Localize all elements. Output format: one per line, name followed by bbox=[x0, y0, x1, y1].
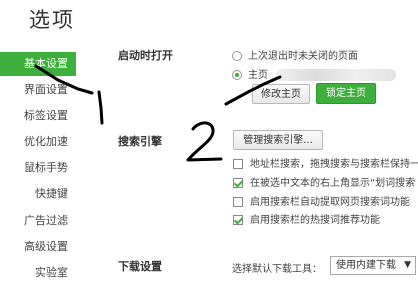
checkbox-auto-extract[interactable] bbox=[233, 197, 243, 207]
sidebar-item-optimize[interactable]: 优化加速 bbox=[0, 130, 76, 154]
annotation-number-2 bbox=[186, 121, 223, 162]
lock-home-button[interactable]: 锁定主页 bbox=[316, 83, 376, 104]
sidebar-item-interface[interactable]: 界面设置 bbox=[0, 78, 76, 102]
manage-search-engines-button[interactable]: 管理搜索引擎... bbox=[233, 130, 323, 150]
startup-option-last-label: 上次退出时未关闭的页面 bbox=[248, 51, 358, 62]
sidebar: 基本设置 界面设置 标签设置 优化加速 鼠标手势 快捷键 广告过滤 高级设置 实… bbox=[0, 52, 76, 287]
startup-option-home[interactable]: 主页 bbox=[232, 66, 396, 81]
search-option-2-label: 启用搜索栏自动提取网页搜索词功能 bbox=[250, 197, 410, 208]
chevron-down-icon: ▼ bbox=[404, 260, 411, 270]
sidebar-item-tabs[interactable]: 标签设置 bbox=[0, 104, 76, 128]
download-tool-select[interactable]: 使用内建下载 ▼ bbox=[330, 256, 416, 275]
startup-option-home-label: 主页 bbox=[248, 70, 268, 81]
search-option-1[interactable]: 在被选中文本的右上角显示“划词搜索 bbox=[233, 174, 415, 189]
search-label: 搜索引擎 bbox=[118, 135, 162, 148]
search-option-3-label: 启用搜索栏的热搜词推荐功能 bbox=[250, 215, 380, 226]
checkbox-selection-search[interactable] bbox=[233, 178, 243, 188]
download-tool-value: 使用内建下载 bbox=[336, 260, 396, 271]
sidebar-item-adblock[interactable]: 广告过滤 bbox=[0, 209, 76, 233]
sidebar-item-mouse-gestures[interactable]: 鼠标手势 bbox=[0, 156, 76, 180]
search-option-2[interactable]: 启用搜索栏自动提取网页搜索词功能 bbox=[233, 193, 410, 208]
startup-label: 启动时打开 bbox=[118, 49, 173, 62]
sidebar-item-shortcuts[interactable]: 快捷键 bbox=[0, 182, 76, 206]
download-tool-label: 选择默认下载工具： bbox=[232, 264, 322, 275]
radio-last-session[interactable] bbox=[232, 51, 242, 61]
download-label: 下载设置 bbox=[118, 260, 162, 273]
search-option-0-label: 地址栏搜索，拖拽搜索与搜索栏保持一 bbox=[250, 159, 418, 170]
search-option-1-label: 在被选中文本的右上角显示“划词搜索 bbox=[250, 178, 416, 189]
checkbox-hot-words[interactable] bbox=[233, 215, 243, 225]
checkbox-addressbar-search[interactable] bbox=[233, 159, 243, 169]
radio-home[interactable] bbox=[232, 70, 242, 80]
startup-option-last[interactable]: 上次退出时未关闭的页面 bbox=[232, 47, 358, 62]
search-option-3[interactable]: 启用搜索栏的热搜词推荐功能 bbox=[233, 211, 380, 226]
sidebar-item-lab[interactable]: 实验室 bbox=[0, 261, 76, 285]
blurred-home-url bbox=[276, 69, 396, 81]
sidebar-item-basic[interactable]: 基本设置 bbox=[0, 52, 76, 76]
sidebar-item-advanced[interactable]: 高级设置 bbox=[0, 235, 76, 259]
search-option-0[interactable]: 地址栏搜索，拖拽搜索与搜索栏保持一 bbox=[233, 155, 418, 170]
annotation-number-1 bbox=[97, 90, 104, 125]
modify-home-button[interactable]: 修改主页 bbox=[252, 84, 310, 104]
page-title: 选项 bbox=[29, 8, 75, 32]
